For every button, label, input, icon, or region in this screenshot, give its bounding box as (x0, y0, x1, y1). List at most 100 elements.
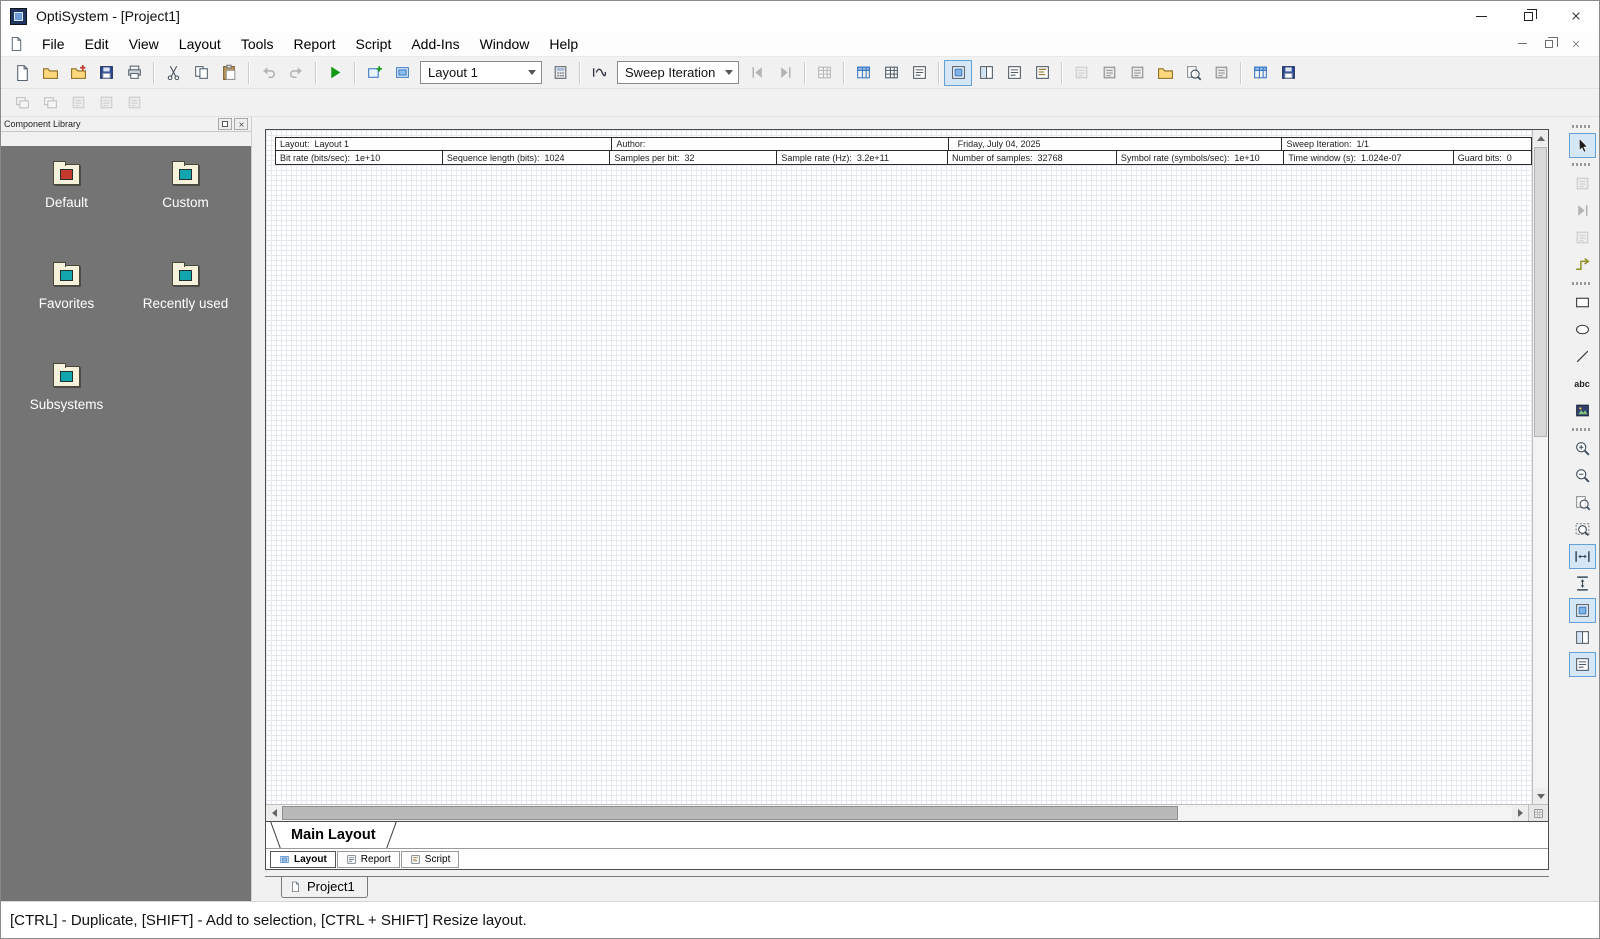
duplicate-layout-button[interactable] (388, 60, 416, 86)
horizontal-scrollbar[interactable] (266, 805, 1528, 821)
fit-vertical-button[interactable] (1569, 571, 1596, 596)
sweep-combo[interactable]: Sweep Iteration (617, 61, 739, 84)
library-item-custom[interactable]: Custom (134, 160, 238, 261)
search-library-button[interactable] (1179, 60, 1207, 86)
zoom-all-button[interactable] (1569, 517, 1596, 542)
save-all-button[interactable] (1274, 60, 1302, 86)
shrink-layout-button[interactable] (1569, 598, 1596, 623)
edit-connections-button[interactable] (1569, 171, 1596, 196)
new-button[interactable] (8, 60, 36, 86)
select-tool-button[interactable] (1569, 133, 1596, 158)
fit-horizontal-button[interactable] (1569, 544, 1596, 569)
scroll-down-button[interactable] (1533, 788, 1548, 804)
previous-iteration-button[interactable] (743, 60, 771, 86)
scroll-up-button[interactable] (1533, 130, 1548, 146)
panel-close-button[interactable] (234, 118, 248, 130)
mdi-minimize-button[interactable] (1518, 43, 1527, 44)
library-item-subsystems[interactable]: Subsystems (15, 362, 119, 463)
redo-button[interactable] (282, 60, 310, 86)
layout-combo[interactable]: Layout 1 (420, 61, 542, 84)
cut-button[interactable] (159, 60, 187, 86)
mdi-restore-button[interactable] (1545, 40, 1553, 48)
minimize-button[interactable] (1458, 1, 1505, 31)
menu-window[interactable]: Window (470, 33, 540, 55)
vertical-scrollbar[interactable] (1532, 130, 1548, 804)
menu-layout[interactable]: Layout (169, 33, 231, 55)
report-view-button[interactable] (1000, 60, 1028, 86)
print-button[interactable] (120, 60, 148, 86)
insert-subsystem-button[interactable] (1095, 60, 1123, 86)
scroll-left-button[interactable] (266, 805, 282, 821)
grid-toggle-button[interactable] (1528, 805, 1548, 821)
menu-edit[interactable]: Edit (75, 33, 119, 55)
script-view-button[interactable] (1028, 60, 1056, 86)
menu-view[interactable]: View (119, 33, 169, 55)
remove-component-button[interactable] (1207, 60, 1235, 86)
undo-button[interactable] (254, 60, 282, 86)
find-component-button[interactable] (1067, 60, 1095, 86)
zoom-out-button[interactable] (1569, 463, 1596, 488)
menu-addins[interactable]: Add-Ins (401, 33, 469, 55)
open-button[interactable] (36, 60, 64, 86)
copy-button[interactable] (187, 60, 215, 86)
text-tool-button[interactable]: abc (1569, 371, 1596, 396)
remove-sweep-button[interactable] (120, 90, 148, 116)
horizontal-scrollbar-thumb[interactable] (282, 806, 1178, 820)
tab-layout[interactable]: Layout (270, 851, 336, 868)
auto-scale-button[interactable] (1569, 652, 1596, 677)
open-sample-button[interactable] (64, 60, 92, 86)
library-item-default[interactable]: Default (15, 160, 119, 261)
iterations-table-button[interactable] (810, 60, 838, 86)
main-layout-tab[interactable]: Main Layout (273, 822, 394, 848)
mdi-close-button[interactable] (1571, 39, 1581, 49)
rectangle-tool-button[interactable] (1569, 290, 1596, 315)
sweep-mode-button[interactable] (585, 60, 613, 86)
library-item-recently-used[interactable]: Recently used (134, 261, 238, 362)
single-view-button[interactable] (944, 60, 972, 86)
zoom-window-button[interactable] (1569, 490, 1596, 515)
wire-tool-button[interactable] (1569, 252, 1596, 277)
ellipse-tool-button[interactable] (1569, 317, 1596, 342)
visualizer-library-button[interactable] (849, 60, 877, 86)
vertical-scrollbar-thumb[interactable] (1534, 147, 1547, 437)
add-sweep-button[interactable] (92, 90, 120, 116)
image-tool-button[interactable] (1569, 398, 1596, 423)
open-component-folder-button[interactable] (1151, 60, 1179, 86)
layout-options-button[interactable] (1246, 60, 1274, 86)
horizontal-scrollbar-track[interactable] (1178, 805, 1512, 821)
parameter-groups-button[interactable] (905, 60, 933, 86)
tab-project1[interactable]: Project1 (281, 877, 368, 898)
tab-script[interactable]: Script (401, 851, 460, 868)
auto-connect-button[interactable] (1569, 198, 1596, 223)
save-button[interactable] (92, 60, 120, 86)
grow-layout-button[interactable] (1569, 625, 1596, 650)
panel-float-button[interactable] (218, 118, 232, 130)
cascade-windows-button[interactable] (8, 90, 36, 116)
next-iteration-button[interactable] (771, 60, 799, 86)
component-report-button[interactable] (877, 60, 905, 86)
tab-report[interactable]: Report (337, 851, 400, 868)
calculate-button[interactable] (546, 60, 574, 86)
break-connection-button[interactable] (1569, 225, 1596, 250)
paste-button[interactable] (215, 60, 243, 86)
restore-button[interactable] (1505, 1, 1552, 31)
tile-windows-button[interactable] (36, 90, 64, 116)
new-layout-button[interactable] (360, 60, 388, 86)
layout-canvas[interactable]: Layout: Layout 1 Author: Friday, July 04… (266, 130, 1532, 804)
component-properties-button[interactable] (1123, 60, 1151, 86)
split-view-button[interactable] (972, 60, 1000, 86)
run-button[interactable] (321, 60, 349, 86)
menu-help[interactable]: Help (539, 33, 588, 55)
menu-file[interactable]: File (32, 33, 75, 55)
menu-script[interactable]: Script (346, 33, 402, 55)
library-item-favorites[interactable]: Favorites (15, 261, 119, 362)
vertical-scrollbar-track[interactable] (1533, 438, 1548, 788)
menu-tools[interactable]: Tools (231, 33, 284, 55)
menu-report[interactable]: Report (284, 33, 346, 55)
zoom-in-button[interactable] (1569, 436, 1596, 461)
close-button[interactable] (1552, 1, 1599, 31)
canvas-wrap: Layout: Layout 1 Author: Friday, July 04… (266, 130, 1548, 804)
scroll-right-button[interactable] (1512, 805, 1528, 821)
line-tool-button[interactable] (1569, 344, 1596, 369)
duplicate-sweep-button[interactable] (64, 90, 92, 116)
